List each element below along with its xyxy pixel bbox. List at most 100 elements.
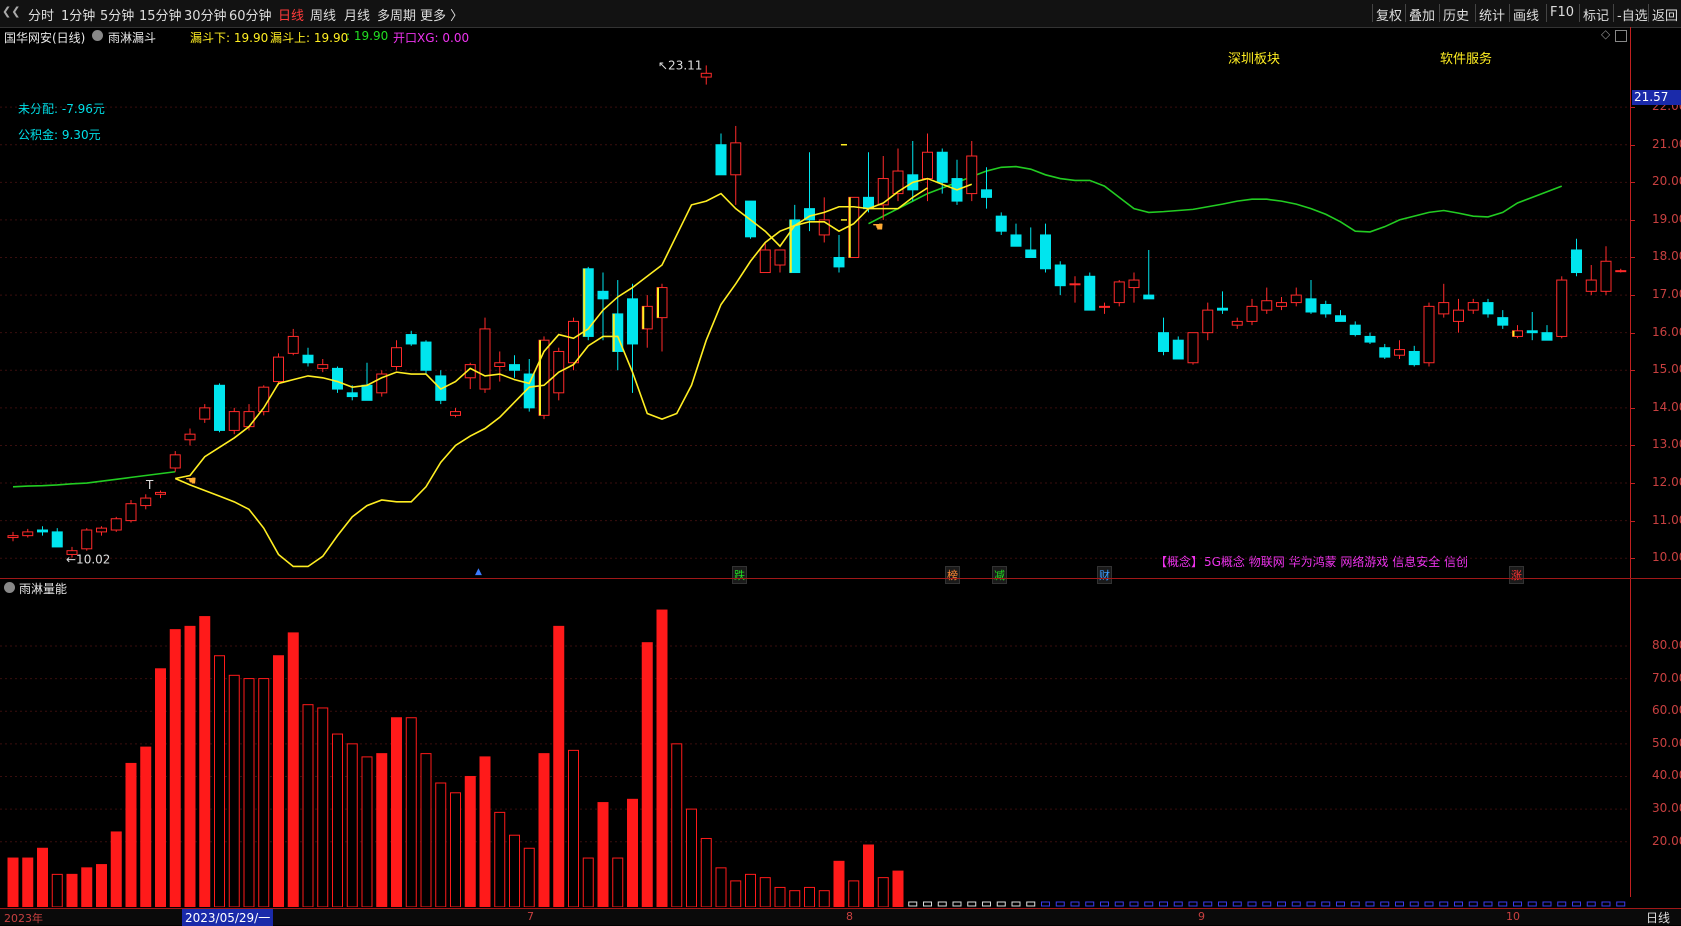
candle-body — [1467, 302, 1479, 311]
candle-body — [995, 215, 1007, 232]
volume-bar-small — [1616, 901, 1626, 907]
volume-bar-small — [1439, 901, 1449, 907]
toolbar-right-6[interactable]: 标记 — [1583, 5, 1609, 24]
volume-bar-small — [1247, 901, 1257, 907]
high-price-label: ↖23.11 — [658, 58, 702, 72]
period-label[interactable]: 日线 — [1646, 909, 1670, 926]
toolbar-right-3[interactable]: 统计 — [1479, 5, 1505, 24]
candle-body — [184, 433, 196, 441]
candle-body — [1541, 332, 1553, 341]
volume-bar-small — [1070, 901, 1080, 907]
funnel-mid-value: : 19.90 — [346, 29, 389, 43]
candle-body — [1571, 249, 1582, 274]
indicator-dropdown-icon[interactable] — [92, 30, 103, 41]
price-tick-label: 17.00 — [1652, 287, 1681, 302]
period-tab-9[interactable]: 多周期 — [377, 5, 416, 24]
funnel-lower-value: 漏斗下: 19.90 — [190, 31, 269, 45]
period-tab-10[interactable]: 更多 〉 — [420, 5, 463, 24]
indicator-name[interactable]: 雨淋漏斗 — [108, 29, 156, 46]
toolbar-right-7[interactable]: -自选 — [1617, 5, 1648, 24]
toolbar-separator — [1405, 4, 1406, 22]
period-tab-7[interactable]: 周线 — [310, 5, 336, 24]
volume-bar — [435, 782, 447, 907]
period-tab-8[interactable]: 月线 — [344, 5, 370, 24]
current-price-tag: 21.57 — [1632, 90, 1681, 105]
volume-bar — [494, 811, 506, 907]
volume-bar-small — [1218, 901, 1227, 907]
period-tab-4[interactable]: 30分钟 — [184, 5, 227, 24]
period-tab-0[interactable]: 分时 — [28, 5, 54, 24]
volume-bar — [656, 609, 668, 907]
candle-body — [450, 411, 461, 416]
candle-body — [700, 72, 712, 78]
candle-body — [169, 454, 181, 469]
volume-bar — [671, 743, 683, 907]
period-tab-2[interactable]: 5分钟 — [100, 5, 134, 24]
volume-dropdown-icon[interactable] — [4, 582, 15, 593]
volume-bar-small — [982, 901, 991, 907]
candle-body — [1423, 305, 1435, 364]
candle-body — [7, 535, 19, 539]
candle-body — [361, 384, 373, 401]
volume-bar — [169, 629, 181, 907]
candle-body — [1600, 260, 1612, 292]
volume-bar — [420, 753, 432, 907]
volume-bar — [125, 762, 137, 907]
candle-body — [1025, 249, 1037, 258]
t-marker: T — [145, 478, 154, 492]
toolbar-right-8[interactable]: 返回 — [1652, 5, 1678, 24]
candle-body — [1453, 309, 1464, 322]
diamond-icon[interactable]: ◇ — [1601, 27, 1610, 41]
panel-divider[interactable] — [0, 578, 1681, 579]
volume-bar — [863, 844, 874, 907]
volume-bar-small — [1572, 901, 1581, 907]
price-tick-label: 15.00 — [1652, 362, 1681, 377]
stock-title[interactable]: 国华网安(日线) — [4, 29, 85, 46]
candle-body — [81, 529, 93, 550]
candle-body — [981, 189, 992, 198]
toolbar-right-5[interactable]: F10 — [1550, 5, 1574, 20]
volume-bar — [214, 655, 225, 907]
candle-body — [922, 151, 933, 180]
volume-chart[interactable] — [0, 597, 1630, 907]
funnel-upper-value: 漏斗上: 19.90 — [270, 31, 349, 45]
date-label-aug: 8 — [846, 910, 853, 923]
volume-bar-small — [1557, 901, 1567, 907]
candle-body — [1261, 300, 1273, 311]
price-tick-mark — [1630, 445, 1635, 447]
toolbar-right-0[interactable]: 复权 — [1376, 5, 1402, 24]
toolbar-right-4[interactable]: 画线 — [1513, 5, 1539, 24]
volume-bar — [184, 625, 196, 907]
candle-body — [627, 298, 638, 345]
price-tick-mark — [1630, 144, 1635, 146]
candle-body — [1497, 317, 1509, 326]
candle-body — [1290, 294, 1302, 304]
toolbar-right-2[interactable]: 历史 — [1443, 5, 1469, 24]
volume-bar — [332, 733, 343, 907]
price-tick-mark — [1630, 483, 1635, 485]
candle-body — [199, 407, 211, 420]
candle-body — [125, 503, 137, 522]
period-tab-5[interactable]: 60分钟 — [229, 5, 272, 24]
candle-body — [140, 497, 152, 507]
candle-body — [1335, 315, 1346, 322]
candle-body — [243, 411, 255, 428]
period-tab-6[interactable]: 日线 — [278, 5, 304, 24]
volume-indicator-title[interactable]: 雨淋量能 — [19, 580, 67, 597]
candle-body — [37, 529, 48, 533]
back-chevron-icon[interactable]: ❮❮ — [2, 5, 20, 19]
candle-body — [1394, 349, 1405, 356]
volume-bar — [523, 847, 535, 907]
candle-body — [730, 142, 742, 176]
volume-bar — [774, 886, 786, 907]
volume-bar — [612, 857, 624, 907]
period-tab-1[interactable]: 1分钟 — [61, 5, 95, 24]
date-axis: 2023年 2023/05/29/一 7 8 9 10 日线 — [0, 908, 1681, 926]
volume-bar — [228, 674, 240, 907]
low-price-label: ←10.02 — [66, 552, 110, 566]
volume-bar-small — [923, 901, 932, 907]
panel-toggle-icon[interactable] — [1615, 30, 1627, 42]
toolbar-right-1[interactable]: 叠加 — [1409, 5, 1435, 24]
candlestick-chart[interactable]: ↖23.11 ←10.02 T — [0, 47, 1630, 577]
period-tab-3[interactable]: 15分钟 — [139, 5, 182, 24]
